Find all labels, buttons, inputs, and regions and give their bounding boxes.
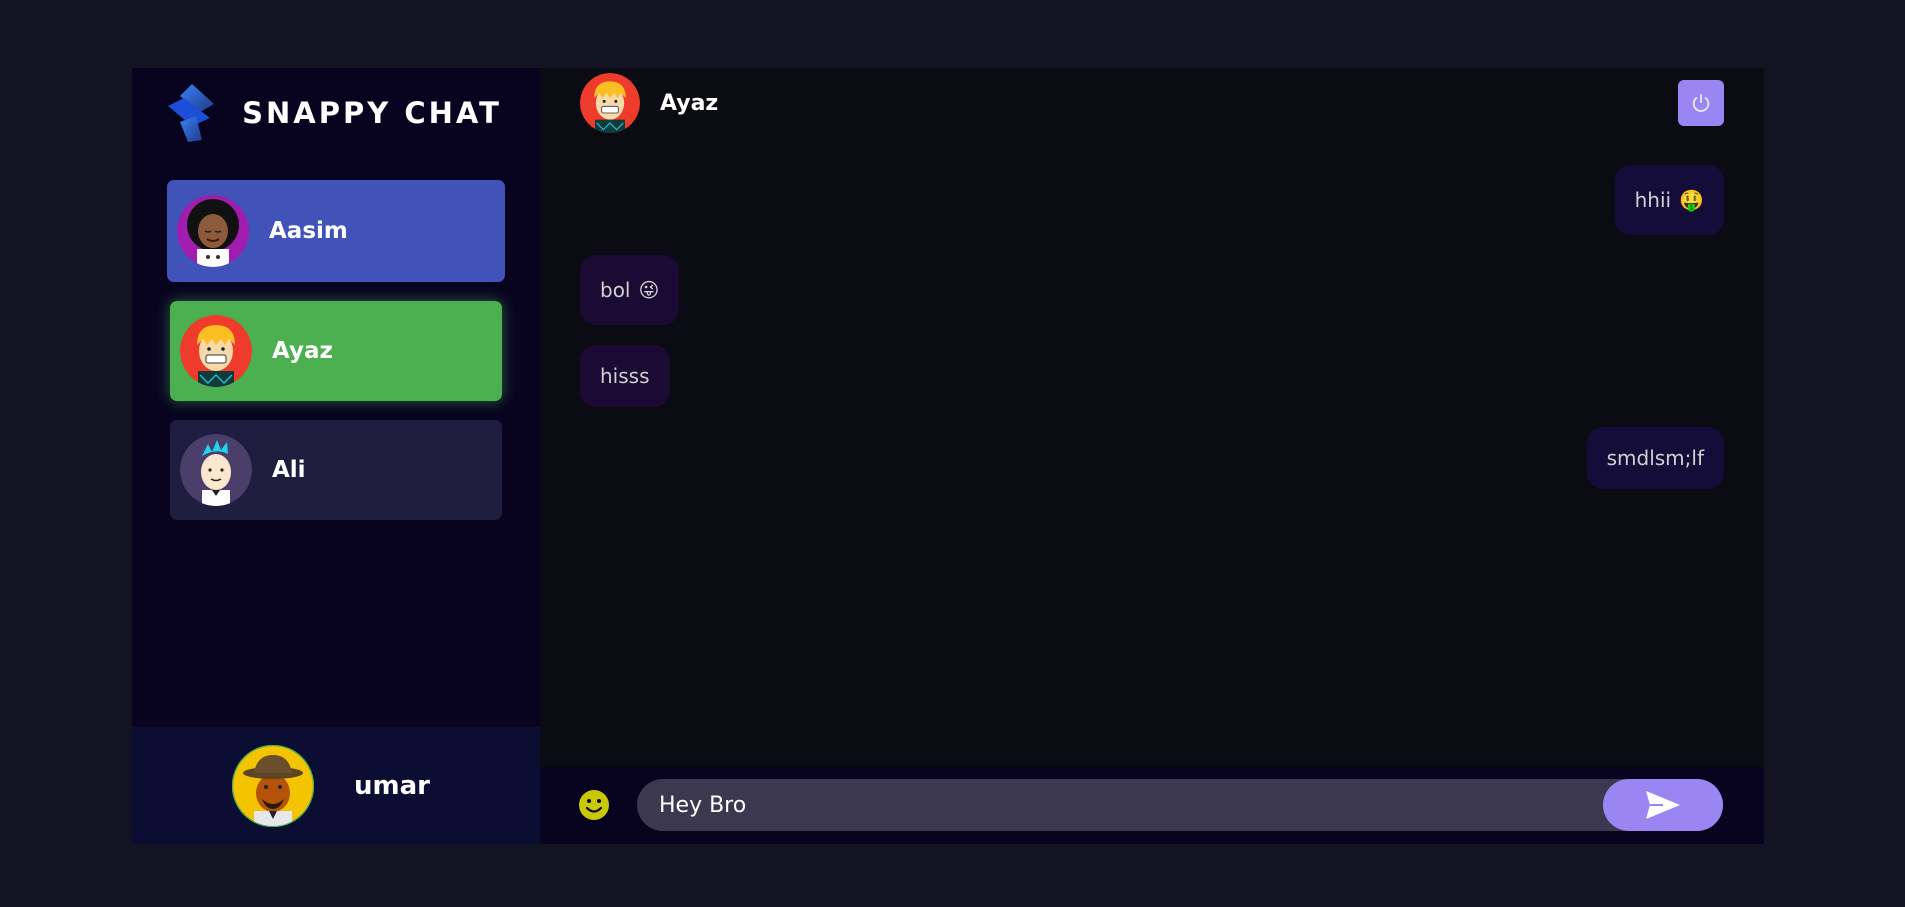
chat-user-name: Ayaz bbox=[660, 90, 719, 116]
brand: SNAPPY CHAT bbox=[132, 68, 540, 158]
chat-app: SNAPPY CHAT Aasim Ayaz Ali umar hhii 🤑 b… bbox=[132, 68, 1764, 844]
message-text: hhii bbox=[1634, 188, 1672, 212]
current-user: umar bbox=[132, 727, 540, 844]
avatar-ali-icon bbox=[180, 434, 252, 506]
zany-face-emoji-icon: 😜 bbox=[638, 278, 660, 302]
contact-name: Aasim bbox=[269, 218, 348, 244]
message-received: hisss bbox=[580, 345, 670, 407]
send-button[interactable] bbox=[1603, 779, 1723, 831]
logout-button[interactable] bbox=[1678, 80, 1724, 126]
snappy-logo-icon bbox=[168, 84, 215, 142]
contact-ali[interactable]: Ali bbox=[170, 420, 502, 520]
avatar-umar-icon bbox=[232, 744, 315, 827]
chat-panel: hhii 🤑 bol 😜 hisss smdlsm;lf Ayaz Hey Br… bbox=[540, 68, 1764, 844]
message-text: bol bbox=[600, 278, 631, 302]
message-field-wrapper bbox=[637, 779, 1723, 831]
message-input-bar bbox=[540, 767, 1764, 844]
current-user-name: umar bbox=[354, 770, 430, 801]
message-received: bol 😜 bbox=[580, 255, 680, 325]
message-text: smdlsm;lf bbox=[1606, 446, 1704, 470]
avatar-ayaz-icon bbox=[580, 73, 640, 133]
message-text: hisss bbox=[600, 364, 650, 388]
avatar-ayaz-icon bbox=[180, 315, 252, 387]
contact-ayaz[interactable]: Ayaz bbox=[170, 301, 502, 401]
message-sent: smdlsm;lf bbox=[1586, 427, 1724, 489]
contact-aasim[interactable]: Aasim bbox=[167, 180, 505, 282]
message-sent: hhii 🤑 bbox=[1614, 165, 1724, 235]
chat-header: Ayaz bbox=[540, 68, 1764, 138]
send-icon bbox=[1646, 791, 1680, 819]
contacts-sidebar: SNAPPY CHAT Aasim Ayaz Ali umar bbox=[132, 68, 540, 844]
smiley-icon[interactable] bbox=[578, 789, 610, 821]
contact-name: Ayaz bbox=[272, 338, 333, 364]
brand-name: SNAPPY CHAT bbox=[242, 96, 502, 130]
message-list: hhii 🤑 bol 😜 hisss smdlsm;lf bbox=[540, 68, 1764, 844]
power-icon bbox=[1692, 93, 1710, 112]
message-input[interactable] bbox=[657, 779, 1597, 831]
money-mouth-emoji-icon: 🤑 bbox=[1679, 188, 1704, 212]
contact-name: Ali bbox=[272, 457, 306, 483]
contact-list: Aasim Ayaz Ali bbox=[132, 158, 540, 520]
avatar-aasim-icon bbox=[177, 195, 249, 267]
